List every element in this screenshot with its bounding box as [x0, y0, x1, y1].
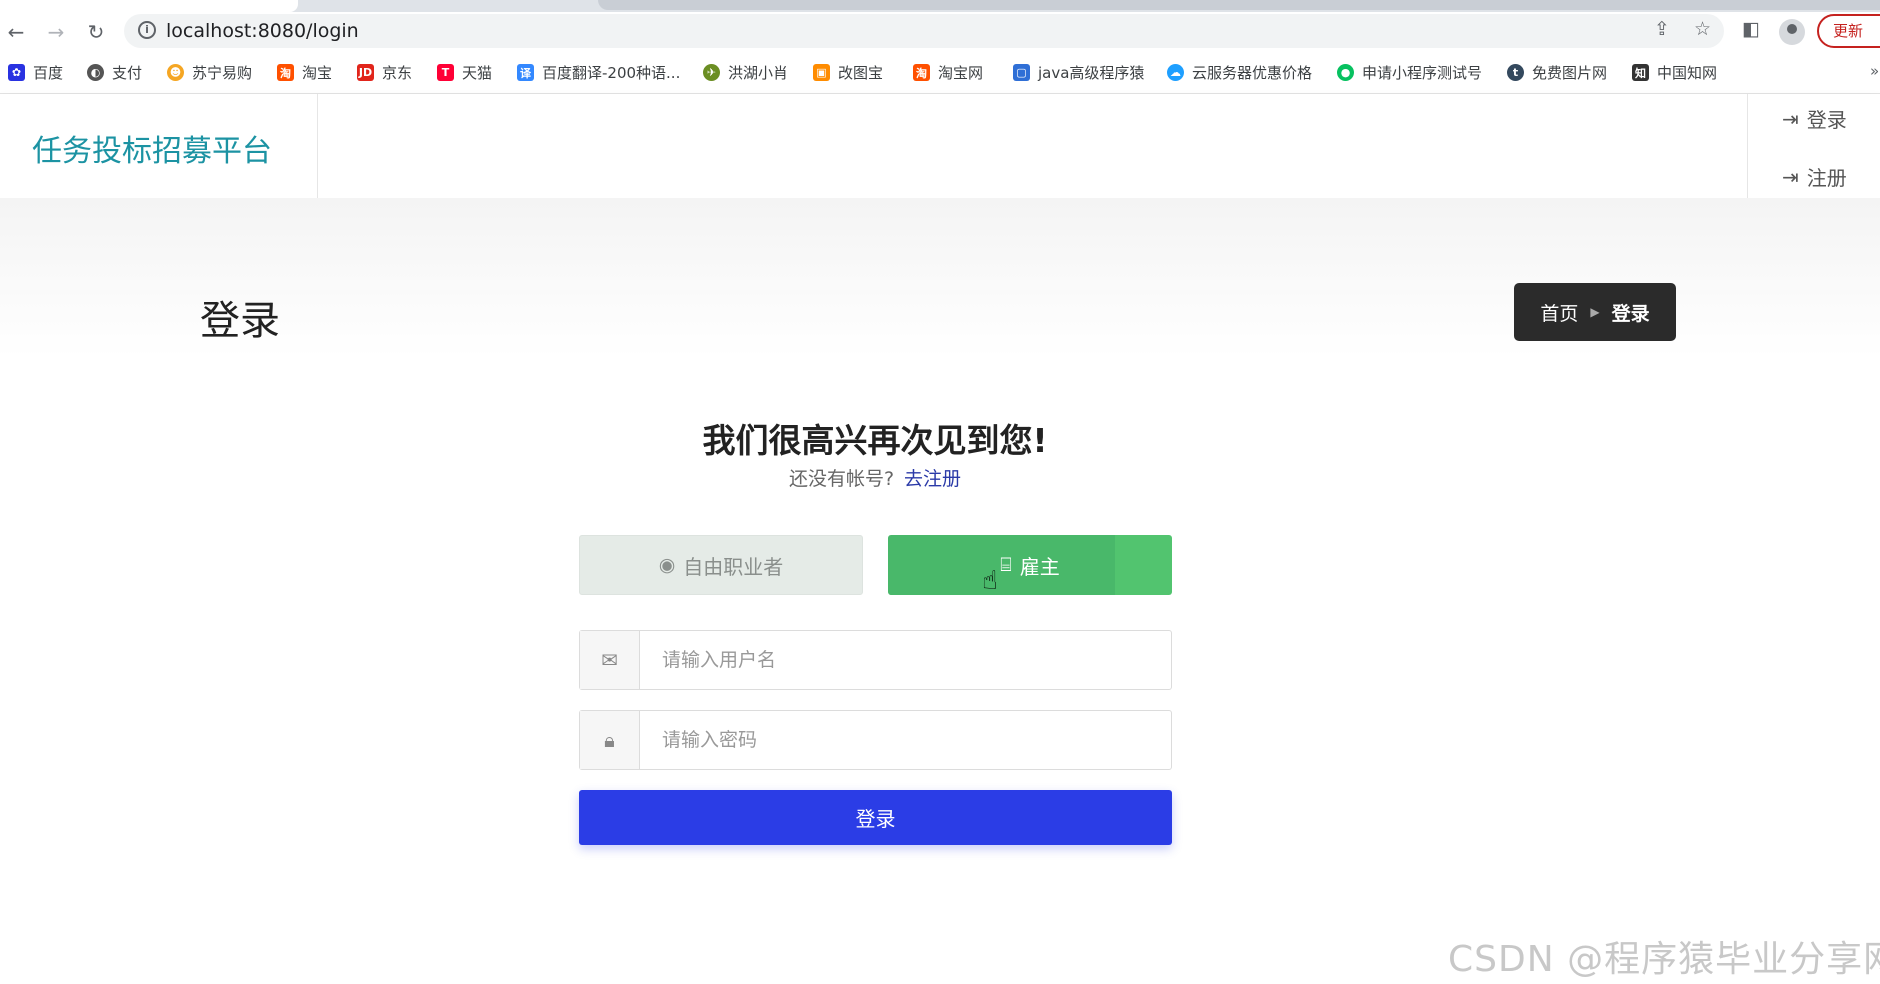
tumblr-icon: t — [1507, 64, 1524, 81]
breadcrumb-current: 登录 — [1611, 302, 1650, 325]
browser-tabstrip — [0, 0, 1880, 12]
sign-in-icon: ⇥ — [1782, 164, 1799, 189]
bookmark-item[interactable]: ✈ 洪湖小肖 — [703, 62, 788, 83]
back-arrow-icon[interactable]: ← — [2, 18, 30, 46]
taobao-icon: 淘 — [913, 64, 930, 81]
jd-icon: JD — [357, 64, 374, 81]
bookmark-item[interactable]: 淘淘宝 — [277, 62, 332, 83]
bookmark-item[interactable]: ◐ 支付 — [87, 62, 142, 83]
breadcrumb: 首页 ▶ 登录 — [1514, 283, 1676, 341]
login-button[interactable]: 登录 — [579, 790, 1172, 845]
bookmark-label: 京东 — [382, 64, 413, 82]
divider — [1747, 94, 1748, 198]
bookmark-label: 淘宝网 — [938, 64, 984, 82]
bookmark-label: 天猫 — [462, 64, 493, 82]
bookmark-item[interactable]: T 天猫 — [437, 62, 492, 83]
wechat-icon: ● — [1337, 64, 1354, 81]
address-bar[interactable]: i localhost:8080/login ⇪ ☆ — [124, 14, 1724, 48]
bookmark-label: 苏宁易购 — [192, 64, 253, 82]
bookmark-label: 百度 — [33, 64, 64, 82]
image-tool-icon: ▣ — [813, 64, 830, 81]
browser-toolbar: ← → ↻ i localhost:8080/login ⇪ ☆ ◧ 更新 — [0, 12, 1880, 50]
bookmark-label: 改图宝 — [838, 64, 884, 82]
update-button[interactable]: 更新 — [1817, 14, 1880, 48]
bookmark-label: java高级程序猿 — [1038, 64, 1145, 82]
active-tab[interactable] — [0, 0, 298, 12]
address-url[interactable]: localhost:8080/login — [166, 20, 359, 42]
bookmarks-more-icon[interactable]: » — [1870, 62, 1879, 80]
sign-in-icon: ⇥ — [1782, 106, 1799, 131]
forward-arrow-icon[interactable]: → — [42, 18, 70, 46]
bookmark-item[interactable]: ▣ 改图宝 — [813, 62, 883, 83]
side-panel-icon[interactable]: ◧ — [1742, 18, 1760, 40]
hand-cursor-icon: ☝ — [982, 566, 998, 596]
breadcrumb-home[interactable]: 首页 — [1540, 299, 1578, 326]
divider — [317, 94, 318, 198]
cloud-icon: ☁ — [1167, 64, 1184, 81]
bookmark-label: 云服务器优惠价格 — [1192, 64, 1313, 82]
username-field: ✉ — [579, 630, 1172, 690]
user-circle-icon: ◉ — [658, 554, 676, 576]
password-input[interactable] — [640, 711, 1171, 769]
header-login-label: 登录 — [1806, 108, 1847, 132]
bookmark-item[interactable]: t 免费图片网 — [1507, 62, 1607, 83]
bookmark-label: 支付 — [112, 64, 143, 82]
bird-icon: ✈ — [703, 64, 720, 81]
taobao-icon: 淘 — [277, 64, 294, 81]
profile-avatar[interactable] — [1779, 19, 1805, 45]
page-title: 登录 — [200, 298, 280, 344]
watermark: CSDN @程序猿毕业分享网 — [1448, 939, 1880, 980]
role-employer-label: 雇主 — [1019, 554, 1060, 579]
no-account-text: 还没有帐号? — [788, 468, 895, 490]
bookmarks-bar: ✿ 百度 ◐ 支付 ☻ 苏宁易购 淘淘宝 JD 京东 T 天猫 译百度翻译-200种语..… — [0, 50, 1880, 94]
bookmark-item[interactable]: ✿ 百度 — [8, 62, 63, 83]
chevron-right-icon: ▶ — [1590, 305, 1600, 319]
tmall-icon: T — [437, 64, 454, 81]
translate-icon: 译 — [517, 64, 534, 81]
bookmark-item[interactable]: 知中国知网 — [1632, 62, 1717, 83]
go-register-link[interactable]: 去注册 — [904, 468, 961, 490]
bookmark-item[interactable]: ● 申请小程序测试号 — [1337, 62, 1482, 83]
bookmark-label: 洪湖小肖 — [728, 64, 789, 82]
username-input[interactable] — [640, 631, 1171, 689]
briefcase-icon: ⌸ — [1000, 554, 1012, 576]
lock-icon: 🔒︎ — [580, 711, 640, 769]
inactive-tab[interactable] — [598, 0, 1880, 10]
bookmark-item[interactable]: 译百度翻译-200种语... — [517, 62, 680, 83]
welcome-heading: 我们很高兴再次见到您! — [702, 421, 1048, 460]
header-login-link[interactable]: ⇥ 登录 — [1782, 104, 1847, 133]
bookmark-label: 中国知网 — [1657, 64, 1718, 82]
bookmark-item[interactable]: ☁ 云服务器优惠价格 — [1167, 62, 1312, 83]
bookmark-item[interactable]: JD 京东 — [357, 62, 412, 83]
role-employer-button[interactable]: ⌸ 雇主 — [888, 535, 1172, 595]
role-freelancer-label: 自由职业者 — [683, 554, 784, 579]
bilibili-icon: ▢ — [1013, 64, 1030, 81]
bookmark-item[interactable]: 淘淘宝网 — [913, 62, 983, 83]
bookmark-label: 淘宝 — [302, 64, 333, 82]
role-freelancer-button[interactable]: ◉ 自由职业者 — [579, 535, 863, 595]
password-field: 🔒︎ — [579, 710, 1172, 770]
globe-icon: ◐ — [87, 64, 104, 81]
header-register-link[interactable]: ⇥ 注册 — [1782, 162, 1847, 191]
bookmark-label: 百度翻译-200种语... — [542, 64, 681, 82]
bookmark-item[interactable]: ▢ java高级程序猿 — [1013, 62, 1144, 83]
bookmark-label: 申请小程序测试号 — [1362, 64, 1483, 82]
reload-icon[interactable]: ↻ — [82, 18, 110, 46]
site-info-icon[interactable]: i — [138, 21, 156, 39]
bookmark-star-icon[interactable]: ☆ — [1694, 18, 1711, 40]
envelope-icon: ✉ — [580, 631, 640, 689]
site-brand[interactable]: 任务投标招募平台 — [32, 126, 272, 170]
header-register-label: 注册 — [1806, 166, 1847, 190]
bookmark-label: 免费图片网 — [1532, 64, 1608, 82]
bookmark-item[interactable]: ☻ 苏宁易购 — [167, 62, 252, 83]
cnki-icon: 知 — [1632, 64, 1649, 81]
share-icon[interactable]: ⇪ — [1654, 18, 1670, 40]
lion-icon: ☻ — [167, 64, 184, 81]
site-header: 任务投标招募平台 ⇥ 登录 ⇥ 注册 — [0, 94, 1880, 198]
register-prompt: 还没有帐号? 去注册 — [0, 464, 1750, 491]
paw-icon: ✿ — [8, 64, 25, 81]
